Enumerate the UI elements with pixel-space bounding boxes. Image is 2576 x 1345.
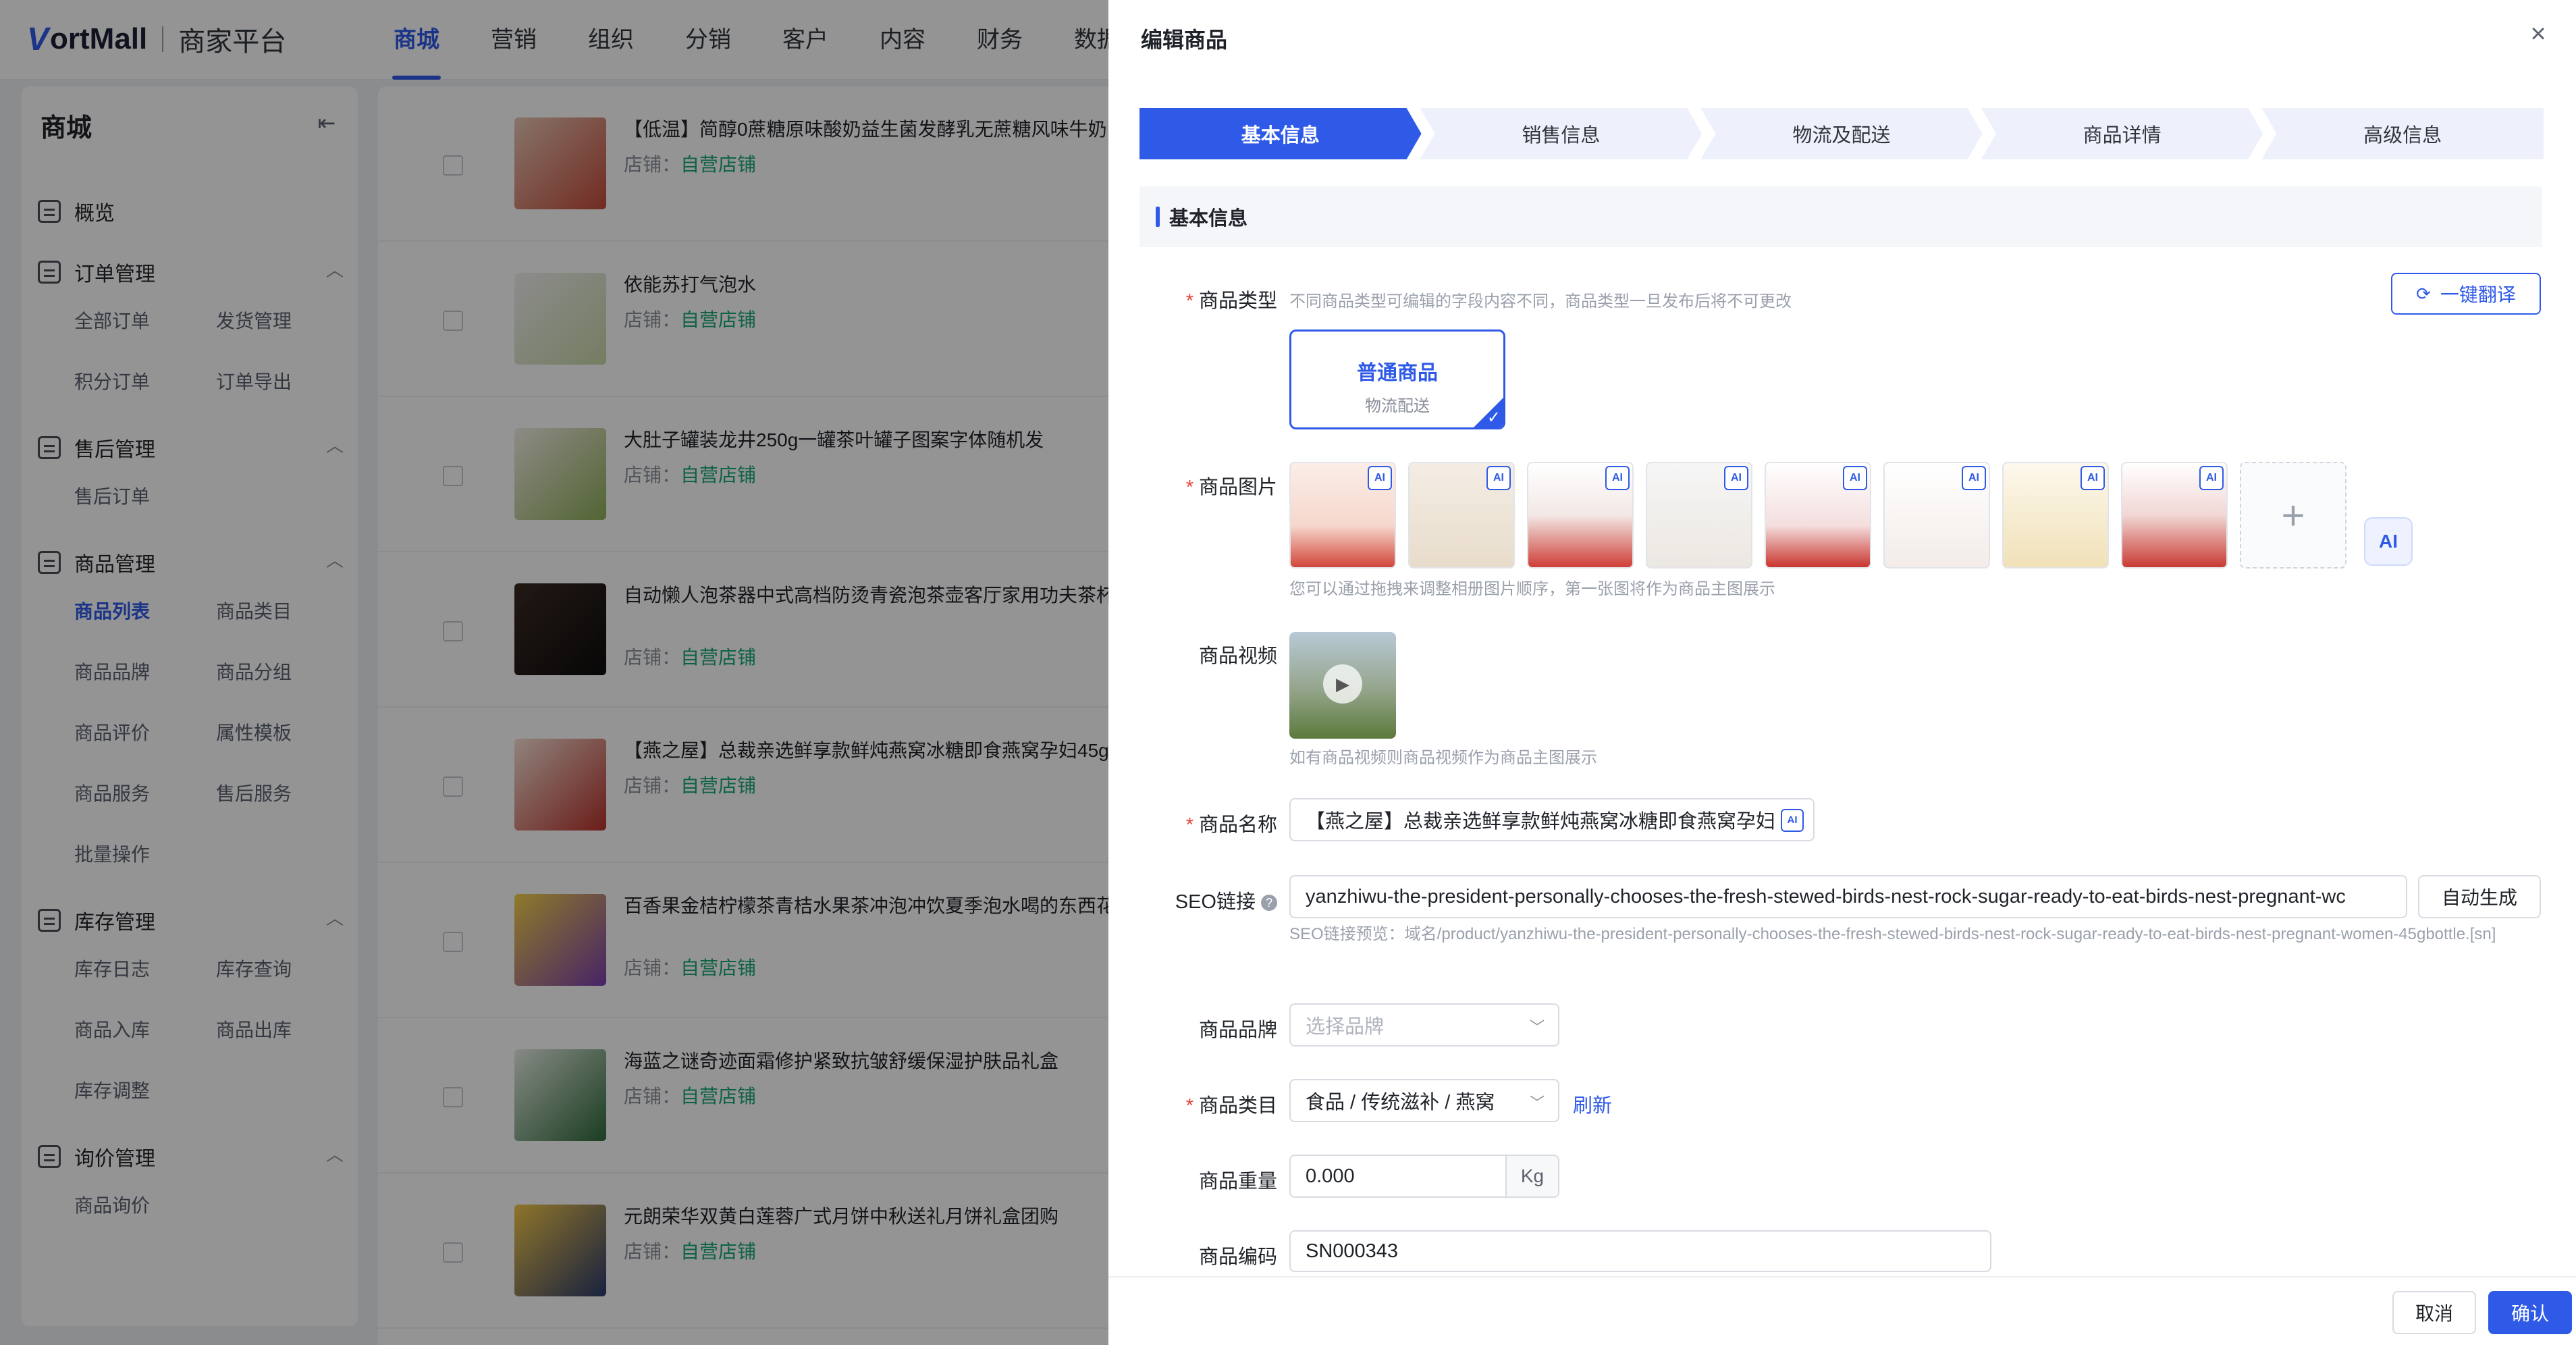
product-image[interactable]: AI	[2002, 462, 2109, 569]
ai-icon[interactable]: AI	[2199, 466, 2224, 490]
product-image[interactable]: AI	[2121, 462, 2228, 569]
product-video-label: 商品视频	[1198, 645, 1277, 667]
ai-icon[interactable]: AI	[1368, 466, 1392, 490]
product-image[interactable]: AI	[1289, 462, 1396, 569]
edit-product-drawer: 编辑商品 × 基本信息 销售信息 物流及配送 商品详情 高级信息 基本信息 * 商…	[1108, 0, 2576, 1345]
translate-icon: ⟳	[2416, 283, 2431, 304]
product-images-hint: 您可以通过拖拽来调整相册图片顺序，第一张图将作为商品主图展示	[1289, 580, 1775, 598]
product-name-value: 【燕之屋】总裁亲选鲜享款鲜炖燕窝冰糖即食燕窝孕妇	[1306, 811, 1776, 833]
type-card-subtitle: 物流配送	[1365, 397, 1430, 415]
drawer-title: 编辑商品	[1141, 28, 1228, 52]
chevron-down-icon: ﹀	[1529, 1095, 1545, 1111]
ai-icon[interactable]: AI	[1781, 809, 1804, 832]
product-video-hint: 如有商品视频则商品视频作为商品主图展示	[1289, 749, 1597, 767]
step-nav: 基本信息 销售信息 物流及配送 商品详情 高级信息	[1139, 108, 2544, 159]
refresh-link[interactable]: 刷新	[1573, 1090, 1612, 1118]
product-image[interactable]: AI	[1765, 462, 1871, 569]
step-advanced[interactable]: 高级信息	[2261, 108, 2544, 159]
ai-generate-icon[interactable]: AI	[2364, 517, 2413, 566]
auto-generate-button[interactable]: 自动生成	[2418, 875, 2541, 918]
step-logistics[interactable]: 物流及配送	[1700, 108, 1983, 159]
ai-icon[interactable]: AI	[1486, 466, 1511, 490]
category-select[interactable]: 食品 / 传统滋补 / 燕窝 ﹀	[1289, 1079, 1559, 1122]
modal-overlay[interactable]	[0, 0, 1108, 1345]
drawer-footer: 取消 确认	[1108, 1276, 2576, 1345]
product-weight-label: 商品重量	[1198, 1171, 1277, 1192]
product-image[interactable]: AI	[1527, 462, 1634, 569]
ai-icon[interactable]: AI	[1843, 466, 1867, 490]
product-video-thumbnail[interactable]: ▶	[1289, 632, 1396, 739]
product-image[interactable]: AI	[1883, 462, 1990, 569]
product-code-input[interactable]: SN000343	[1289, 1230, 1991, 1272]
step-product-detail[interactable]: 商品详情	[1981, 108, 2263, 159]
section-header: 基本信息	[1139, 186, 2542, 247]
weight-unit: Kg	[1507, 1155, 1559, 1198]
close-icon[interactable]: ×	[2525, 20, 2552, 47]
product-code-label: 商品编码	[1198, 1246, 1277, 1268]
chevron-down-icon: ﹀	[1529, 1019, 1545, 1036]
product-image[interactable]: AI	[1646, 462, 1752, 569]
product-type-label: * 商品类型	[1185, 290, 1277, 312]
ai-icon[interactable]: AI	[1605, 466, 1630, 490]
seo-link-label: SEO链接?	[1108, 886, 1277, 914]
product-category-label: * 商品类目	[1185, 1095, 1277, 1117]
check-icon: ✓	[1486, 408, 1501, 427]
step-sales-info[interactable]: 销售信息	[1420, 108, 1702, 159]
product-type-hint: 不同商品类型可编辑的字段内容不同，商品类型一旦发布后将不可更改	[1289, 292, 1792, 311]
seo-link-input[interactable]: yanzhiwu-the-president-personally-choose…	[1289, 875, 2407, 918]
ai-icon[interactable]: AI	[2081, 466, 2105, 490]
product-brand-label: 商品品牌	[1198, 1020, 1277, 1041]
translate-button[interactable]: ⟳ 一键翻译	[2391, 273, 2541, 315]
cancel-button[interactable]: 取消	[2392, 1291, 2476, 1334]
weight-input[interactable]: 0.000	[1289, 1155, 1507, 1198]
product-image-gallery: AI AI AI AI AI AI AI AI +	[1289, 462, 2359, 569]
step-basic-info[interactable]: 基本信息	[1139, 108, 1422, 159]
type-card-title: 普通商品	[1357, 362, 1438, 384]
confirm-button[interactable]: 确认	[2488, 1291, 2572, 1334]
help-icon[interactable]: ?	[1261, 895, 1277, 912]
ai-icon[interactable]: AI	[1724, 466, 1748, 490]
add-image-button[interactable]: +	[2240, 462, 2346, 569]
product-type-card[interactable]: 普通商品 物流配送 ✓	[1289, 329, 1505, 429]
product-images-label: * 商品图片	[1185, 477, 1277, 498]
plus-icon: +	[2281, 492, 2305, 538]
ai-icon[interactable]: AI	[1962, 466, 1986, 490]
product-image[interactable]: AI	[1408, 462, 1515, 569]
product-name-label: * 商品名称	[1185, 814, 1277, 836]
product-name-input[interactable]: 【燕之屋】总裁亲选鲜享款鲜炖燕窝冰糖即食燕窝孕妇 AI	[1289, 798, 1815, 841]
seo-link-preview: SEO链接预览：域名/product/yanzhiwu-the-presiden…	[1289, 925, 2496, 943]
brand-select[interactable]: 选择品牌 ﹀	[1289, 1003, 1559, 1047]
play-icon[interactable]: ▶	[1323, 664, 1362, 704]
